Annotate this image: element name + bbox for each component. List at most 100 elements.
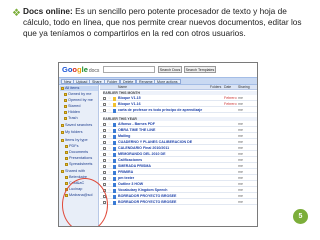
row-name[interactable]: Vocabulary Kingdom Speech — [118, 188, 167, 193]
row-name[interactable]: CUADERNO Y PLANES CALIBERACION DE — [118, 140, 192, 145]
star-icon[interactable]: ☆ — [108, 176, 111, 181]
row-name[interactable]: Mailing — [118, 134, 130, 139]
row-name[interactable]: Alfonso - Barnes PDF — [118, 122, 155, 127]
star-icon[interactable]: ☆ — [108, 134, 111, 139]
sidebar-item-items-by-type[interactable]: Items by type — [61, 138, 88, 142]
table-row[interactable]: ☆ CUADERNO Y PLANES CALIBERACION DE me — [100, 140, 257, 145]
row-name[interactable]: Calificaciones — [118, 158, 142, 163]
search-docs-button[interactable]: Search Docs — [158, 66, 182, 73]
table-row[interactable]: ☆ CALENDARIO Final 2010/2011 me — [100, 146, 257, 151]
table-row[interactable]: ☆ Alfonso - Barnes PDF me — [100, 122, 257, 127]
table-row[interactable]: ☆ PRIMIRA me — [100, 170, 257, 175]
row-checkbox[interactable] — [103, 135, 106, 138]
sidebar-item-my-folders[interactable]: My folders — [61, 130, 83, 134]
table-row[interactable]: ☆ Calificaciones me — [100, 158, 257, 163]
star-icon[interactable]: ☆ — [108, 96, 111, 101]
row-checkbox[interactable] — [103, 177, 106, 180]
sidebar-item-starred[interactable]: Starred — [64, 104, 80, 108]
document-icon — [113, 103, 116, 107]
search-input[interactable] — [103, 66, 155, 73]
row-checkbox[interactable] — [103, 165, 106, 168]
row-checkbox[interactable] — [103, 159, 106, 162]
search-templates-button[interactable]: Search Templates — [184, 66, 216, 73]
table-row[interactable]: ☆ MEMORANDO DEL 2010 DE me — [100, 152, 257, 157]
row-checkbox[interactable] — [103, 141, 106, 144]
table-row[interactable]: ☆ Outline 3 HOW me — [100, 182, 257, 187]
sidebar-item-owned[interactable]: Owned by me — [64, 92, 91, 96]
star-icon[interactable]: ☆ — [108, 170, 111, 175]
row-name[interactable]: SMERADA PRISMA — [118, 164, 151, 169]
table-row[interactable]: ☆ BORRADOR PROYECTO BROSEE me — [100, 194, 257, 199]
row-name[interactable]: Bloque V1.16 — [118, 102, 141, 107]
row-name[interactable]: BORRADOR PROYECTO BROSEE — [118, 194, 176, 199]
sidebar-item-hidden[interactable]: Hidden — [64, 110, 80, 114]
row-name[interactable]: CALENDARIO Final 2010/2011 — [118, 146, 169, 151]
sidebar-item-pdfs[interactable]: PDFs — [65, 144, 79, 148]
star-icon[interactable]: ☆ — [108, 122, 111, 127]
row-checkbox[interactable] — [103, 153, 106, 156]
row-checkbox[interactable] — [103, 97, 106, 100]
star-icon[interactable]: ☆ — [108, 146, 111, 151]
sidebar-item-trash[interactable]: Trash — [64, 116, 78, 120]
share-button[interactable]: Share — [89, 79, 105, 84]
table-row[interactable]: ☆ Mailing me — [100, 134, 257, 139]
sidebar-item-all-items[interactable]: All items — [61, 86, 79, 90]
sidebar-item-presentations[interactable]: Presentations — [65, 156, 92, 160]
group-heading: EARLIER THIS YEAR — [103, 117, 257, 121]
sidebar-item-label: Opened by me — [68, 98, 93, 102]
sidebar-item-saved-searches[interactable]: Saved searches — [61, 123, 92, 127]
column-name[interactable]: Name — [118, 85, 127, 90]
table-row[interactable]: ☆ pm texter me — [100, 176, 257, 181]
table-row[interactable]: ☆ BORRADOR PROYECTO BROSEE me — [100, 200, 257, 205]
row-checkbox[interactable] — [103, 129, 106, 132]
row-name[interactable]: carta de profesor es todo principo de ap… — [118, 108, 202, 113]
sidebar-item-documents[interactable]: Documents — [65, 150, 88, 154]
sidebar-item-label: All items — [65, 86, 80, 90]
column-sharing[interactable]: Sharing — [238, 85, 250, 90]
star-icon[interactable]: ☆ — [108, 158, 111, 163]
table-row[interactable]: ☆ carta de profesor es todo principo de a… — [100, 108, 257, 113]
table-row[interactable]: ☆ Bloque V1.16 Febrero me — [100, 102, 257, 107]
rename-button[interactable]: Rename — [136, 79, 156, 84]
star-icon[interactable]: ☆ — [108, 182, 111, 187]
user-icon — [65, 175, 68, 179]
row-name[interactable]: OBRA TIME THE LINE — [118, 128, 155, 133]
row-checkbox[interactable] — [103, 103, 106, 106]
star-icon[interactable]: ☆ — [108, 140, 111, 145]
row-name[interactable]: MEMORANDO DEL 2010 DE — [118, 152, 165, 157]
row-checkbox[interactable] — [103, 147, 106, 150]
gdocs-topbar: Googledocs Search Docs Search Templates — [59, 63, 257, 77]
star-icon[interactable]: ☆ — [108, 108, 111, 113]
row-checkbox[interactable] — [103, 171, 106, 174]
star-icon[interactable]: ☆ — [108, 128, 111, 133]
star-icon[interactable]: ☆ — [108, 164, 111, 169]
row-sharing: me — [238, 182, 243, 186]
row-checkbox[interactable] — [103, 183, 106, 186]
row-name[interactable]: Bloque V1.15 — [118, 96, 141, 101]
column-folders[interactable]: Folders — [210, 85, 221, 90]
page-number: 5 — [293, 209, 308, 224]
sidebar-item-spreadsheets[interactable]: Spreadsheets — [65, 162, 92, 166]
folder-button[interactable]: Folder — [104, 79, 121, 84]
table-row[interactable]: ☆ Bloque V1.15 Febrero me — [100, 96, 257, 101]
row-checkbox[interactable] — [103, 123, 106, 126]
table-row[interactable]: ☆ SMERADA PRISMA me — [100, 164, 257, 169]
star-icon[interactable]: ☆ — [108, 188, 111, 193]
table-row[interactable]: ☆ Vocabulary Kingdom Speech me — [100, 188, 257, 193]
row-name[interactable]: BORRADOR PROYECTO BROSEE — [118, 200, 176, 205]
star-icon[interactable]: ☆ — [108, 194, 111, 199]
row-name[interactable]: Outline 3 HOW — [118, 182, 143, 187]
star-icon[interactable]: ☆ — [108, 152, 111, 157]
row-name[interactable]: PRIMIRA — [118, 170, 133, 175]
row-name[interactable]: pm texter — [118, 176, 134, 181]
row-checkbox[interactable] — [103, 109, 106, 112]
column-date[interactable]: Date — [224, 85, 231, 90]
upload-button[interactable]: Upload — [73, 79, 91, 84]
delete-button[interactable]: Delete — [120, 79, 137, 84]
sidebar-item-shared-with[interactable]: Shared with — [61, 169, 85, 173]
star-icon[interactable]: ☆ — [108, 102, 111, 107]
sidebar-item-opened[interactable]: Opened by me — [64, 98, 93, 102]
more-actions-button[interactable]: More actions — [154, 79, 181, 84]
table-row[interactable]: ☆ OBRA TIME THE LINE me — [100, 128, 257, 133]
star-icon[interactable]: ☆ — [108, 200, 111, 205]
